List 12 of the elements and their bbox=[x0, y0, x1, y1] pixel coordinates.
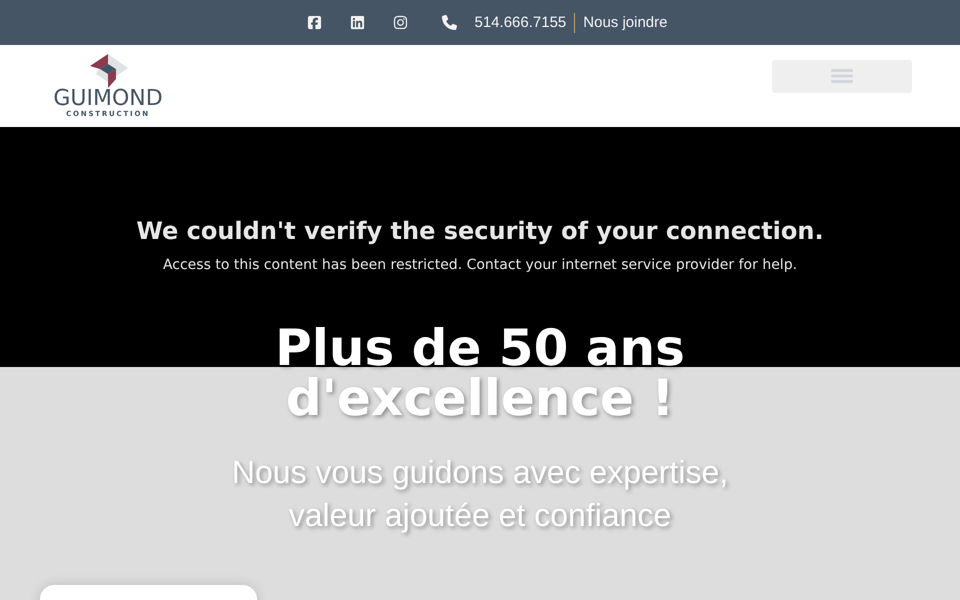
facebook-icon[interactable] bbox=[306, 15, 322, 30]
hero-title: Plus de 50 ans d'excellence ! bbox=[275, 323, 685, 423]
instagram-icon[interactable] bbox=[392, 15, 408, 30]
logo-name: GUIMOND bbox=[53, 88, 163, 110]
contact-link[interactable]: Nous joindre bbox=[583, 14, 668, 31]
linkedin-icon[interactable] bbox=[350, 15, 364, 30]
notice-message: Access to this content has been restricted. Contact your internet service provider for help. bbox=[162, 257, 798, 273]
menu-icon bbox=[831, 69, 853, 83]
phone-icon bbox=[442, 15, 456, 30]
phone-number: 514.666.7155 bbox=[474, 14, 566, 31]
notice-title: We couldn't verify the security of your connection. bbox=[136, 217, 824, 245]
logo-icon bbox=[88, 54, 128, 88]
